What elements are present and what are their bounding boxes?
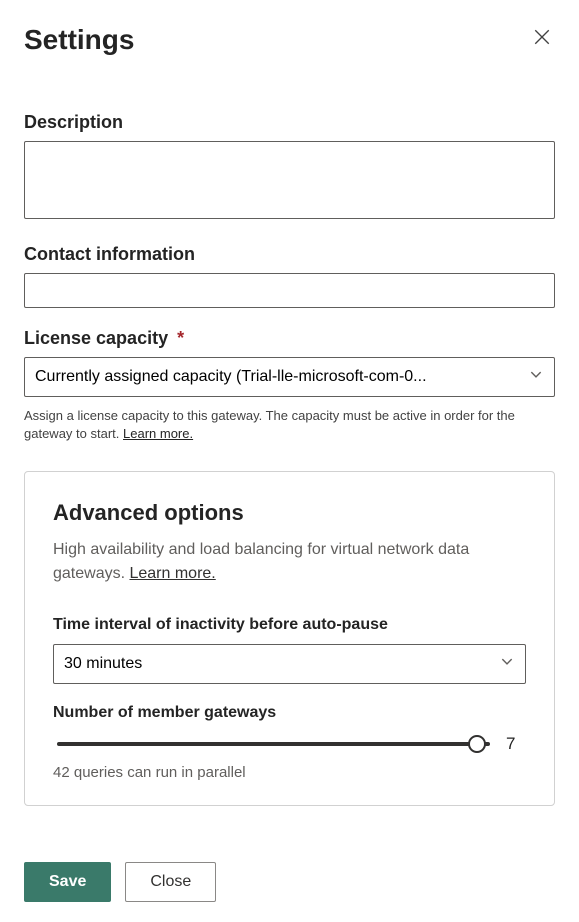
time-interval-select[interactable]: 30 minutes (53, 644, 526, 684)
required-marker: * (177, 328, 184, 348)
license-learn-more-link[interactable]: Learn more. (123, 426, 193, 441)
advanced-options-card: Advanced options High availability and l… (24, 471, 555, 806)
page-title: Settings (24, 24, 134, 56)
license-help-text: Assign a license capacity to this gatewa… (24, 407, 555, 443)
advanced-learn-more-link[interactable]: Learn more. (129, 565, 215, 582)
close-button[interactable] (529, 24, 555, 53)
close-footer-button[interactable]: Close (125, 862, 216, 902)
member-gateways-label: Number of member gateways (53, 704, 526, 722)
license-capacity-select[interactable]: Currently assigned capacity (Trial-lle-m… (24, 357, 555, 397)
advanced-desc-body: High availability and load balancing for… (53, 541, 469, 582)
parallel-queries-caption: 42 queries can run in parallel (53, 764, 526, 781)
slider-thumb[interactable] (468, 735, 486, 753)
member-gateways-slider[interactable] (57, 734, 490, 754)
member-gateways-value: 7 (506, 734, 522, 754)
slider-rail (57, 742, 490, 746)
advanced-options-title: Advanced options (53, 500, 526, 526)
description-label: Description (24, 112, 555, 133)
contact-input[interactable] (24, 273, 555, 308)
description-input[interactable] (24, 141, 555, 219)
advanced-options-description: High availability and load balancing for… (53, 538, 526, 586)
license-label-text: License capacity (24, 328, 168, 348)
save-button[interactable]: Save (24, 862, 111, 902)
license-help-body: Assign a license capacity to this gatewa… (24, 408, 515, 441)
license-label: License capacity * (24, 328, 555, 349)
contact-label: Contact information (24, 244, 555, 265)
close-icon (533, 34, 551, 49)
time-interval-label: Time interval of inactivity before auto-… (53, 616, 526, 634)
